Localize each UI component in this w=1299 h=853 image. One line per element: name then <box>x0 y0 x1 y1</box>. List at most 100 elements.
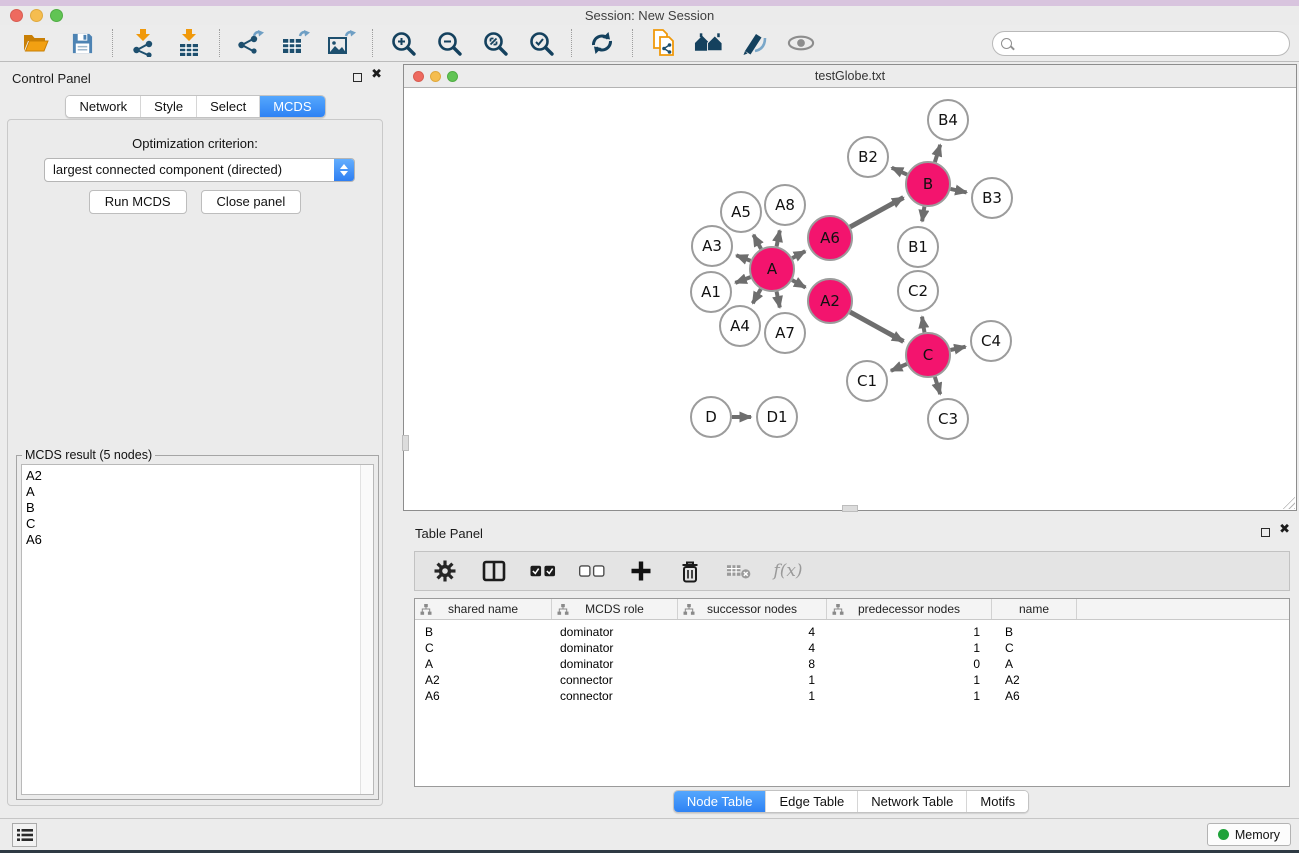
search-field[interactable] <box>992 31 1290 56</box>
column-header-predecessor-nodes[interactable]: predecessor nodes <box>827 599 992 619</box>
memory-button[interactable]: Memory <box>1207 823 1291 846</box>
add-column-button[interactable] <box>628 558 654 584</box>
tab-network-table[interactable]: Network Table <box>857 791 966 812</box>
graph-edge-B-B2[interactable] <box>892 168 907 175</box>
network-window-titlebar[interactable]: testGlobe.txt <box>404 65 1296 88</box>
list-item[interactable]: C <box>22 516 373 532</box>
graph-edge-A-A1[interactable] <box>735 277 750 283</box>
refresh-layout-button[interactable] <box>587 28 617 58</box>
table-cell[interactable]: dominator <box>552 641 678 655</box>
clone-network-button[interactable] <box>648 28 678 58</box>
close-table-panel-icon[interactable]: ✖ <box>1279 522 1290 537</box>
table-cell[interactable]: B <box>992 625 1077 639</box>
table-cell[interactable]: 1 <box>827 673 992 687</box>
minimize-window-button[interactable] <box>30 9 43 22</box>
deselect-all-rows-button[interactable] <box>579 558 605 584</box>
tab-network[interactable]: Network <box>66 96 140 117</box>
graph-edge-B-B1[interactable] <box>922 207 924 222</box>
close-view-button[interactable] <box>413 71 424 82</box>
tab-style[interactable]: Style <box>140 96 196 117</box>
table-row[interactable]: A2connector11A2 <box>415 672 1289 688</box>
graph-edge-A2-C[interactable] <box>850 312 903 341</box>
table-cell[interactable]: 1 <box>678 689 827 703</box>
table-row[interactable]: A6connector11A6 <box>415 688 1289 704</box>
export-table-button[interactable] <box>281 28 311 58</box>
tab-node-table[interactable]: Node Table <box>674 791 766 812</box>
network-canvas[interactable]: B4B2BB3A8A5A6A3B1AA1C2A2A4A7C4CC1C3DD1 <box>404 88 1296 510</box>
graph-edge-B-B3[interactable] <box>950 189 966 193</box>
table-cell[interactable]: 4 <box>678 641 827 655</box>
column-header-shared-name[interactable]: shared name <box>415 599 552 619</box>
houses-button[interactable] <box>694 28 724 58</box>
tab-motifs[interactable]: Motifs <box>966 791 1028 812</box>
table-cell[interactable]: 4 <box>678 625 827 639</box>
graph-edge-A-A3[interactable] <box>736 255 750 260</box>
network-graph[interactable]: B4B2BB3A8A5A6A3B1AA1C2A2A4A7C4CC1C3DD1 <box>404 88 1296 510</box>
table-cell[interactable]: A2 <box>992 673 1077 687</box>
show-columns-button[interactable] <box>481 558 507 584</box>
graph-edge-A-A4[interactable] <box>753 289 761 303</box>
task-history-button[interactable] <box>12 823 37 847</box>
export-image-button[interactable] <box>327 28 357 58</box>
zoom-view-button[interactable] <box>447 71 458 82</box>
table-row[interactable]: Bdominator41B <box>415 624 1289 640</box>
table-cell[interactable]: dominator <box>552 625 678 639</box>
table-cell[interactable]: connector <box>552 689 678 703</box>
table-cell[interactable]: 0 <box>827 657 992 671</box>
column-header-name[interactable]: name <box>992 599 1077 619</box>
table-cell[interactable]: C <box>415 641 552 655</box>
zoom-in-button[interactable] <box>388 28 418 58</box>
list-item[interactable]: A2 <box>22 468 373 484</box>
table-cell[interactable]: 8 <box>678 657 827 671</box>
delete-table-button[interactable] <box>726 558 752 584</box>
zoom-out-button[interactable] <box>434 28 464 58</box>
delete-column-button[interactable] <box>677 558 703 584</box>
import-network-button[interactable] <box>128 28 158 58</box>
table-cell[interactable]: A2 <box>415 673 552 687</box>
table-cell[interactable]: dominator <box>552 657 678 671</box>
criterion-select[interactable]: largest connected component (directed) <box>44 158 355 182</box>
select-stepper[interactable] <box>334 159 354 181</box>
graph-edge-A-A5[interactable] <box>753 235 761 249</box>
float-table-panel-button[interactable] <box>1261 528 1270 537</box>
zoom-selected-button[interactable] <box>526 28 556 58</box>
graph-edge-C-C4[interactable] <box>950 347 965 350</box>
close-panel-icon[interactable]: ✖ <box>371 67 382 82</box>
list-item[interactable]: A <box>22 484 373 500</box>
table-cell[interactable]: 1 <box>827 625 992 639</box>
tab-select[interactable]: Select <box>196 96 259 117</box>
save-session-button[interactable] <box>67 28 97 58</box>
table-cell[interactable]: connector <box>552 673 678 687</box>
tab-edge-table[interactable]: Edge Table <box>765 791 857 812</box>
eye-button[interactable] <box>786 28 816 58</box>
table-row[interactable]: Adominator80A <box>415 656 1289 672</box>
minimize-view-button[interactable] <box>430 71 441 82</box>
table-cell[interactable]: A <box>415 657 552 671</box>
zoom-fit-button[interactable] <box>480 28 510 58</box>
float-panel-button[interactable] <box>353 73 362 82</box>
graph-edge-A6-B[interactable] <box>850 198 903 227</box>
list-item[interactable]: A6 <box>22 532 373 548</box>
graph-edge-A-A8[interactable] <box>777 230 780 246</box>
column-header-mcds-role[interactable]: MCDS role <box>552 599 678 619</box>
mcds-result-list[interactable]: A2ABCA6 <box>21 464 374 795</box>
select-all-rows-button[interactable] <box>530 558 556 584</box>
pen-visibility-button[interactable] <box>740 28 770 58</box>
splitter-handle-bottom[interactable] <box>842 505 858 512</box>
table-row[interactable]: Cdominator41C <box>415 640 1289 656</box>
graph-edge-A-A7[interactable] <box>777 292 780 308</box>
search-input[interactable] <box>1017 34 1289 54</box>
table-cell[interactable]: C <box>992 641 1077 655</box>
tab-mcds[interactable]: MCDS <box>259 96 324 117</box>
graph-edge-A-A6[interactable] <box>792 251 805 258</box>
table-cell[interactable]: 1 <box>827 641 992 655</box>
graph-edge-C-C3[interactable] <box>935 377 940 394</box>
table-cell[interactable]: 1 <box>678 673 827 687</box>
close-panel-button[interactable]: Close panel <box>201 190 302 214</box>
run-mcds-button[interactable]: Run MCDS <box>89 190 187 214</box>
splitter-handle-left[interactable] <box>402 435 409 451</box>
column-header-successor-nodes[interactable]: successor nodes <box>678 599 827 619</box>
table-cell[interactable]: A6 <box>415 689 552 703</box>
graph-edge-C-C2[interactable] <box>922 317 924 333</box>
graph-edge-A-A2[interactable] <box>792 280 805 287</box>
